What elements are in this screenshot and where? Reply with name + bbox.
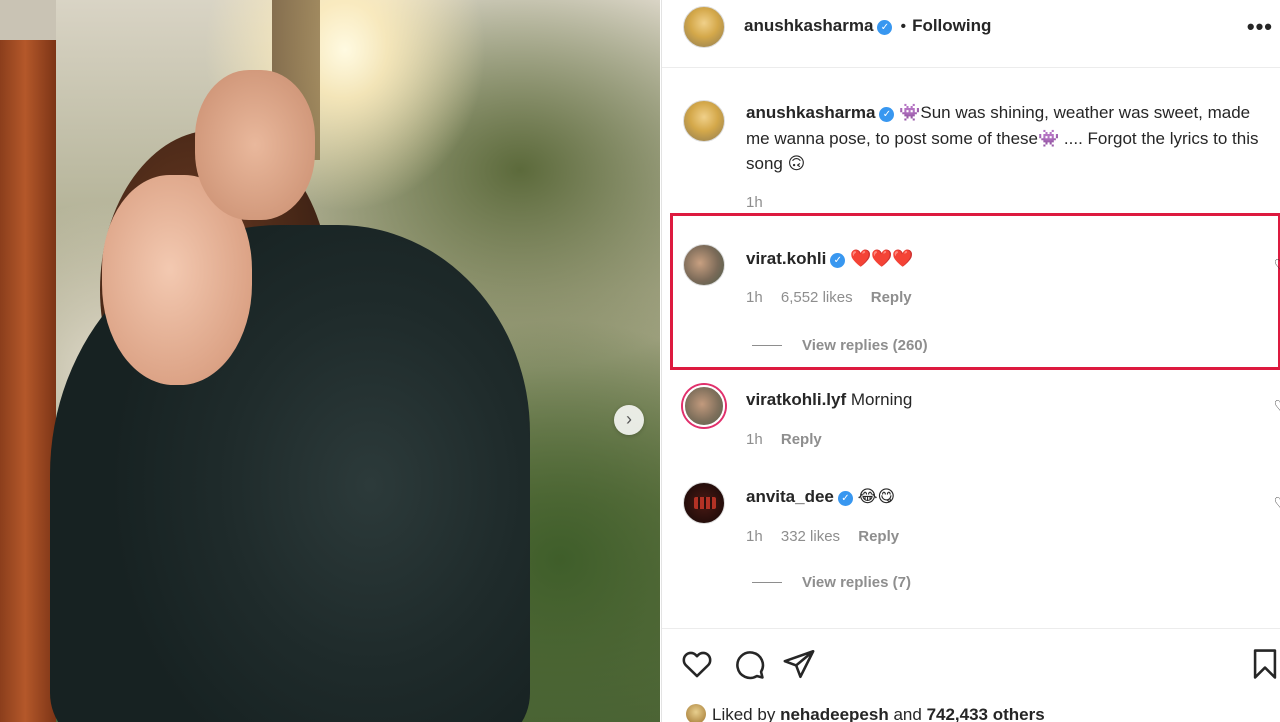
more-options-icon[interactable]: ••• [1247, 14, 1273, 40]
comment-icon[interactable] [732, 647, 766, 681]
comment-avatar[interactable] [683, 482, 725, 524]
comment-avatar[interactable] [683, 244, 725, 286]
post-side-panel: anushkasharma ✓ • Following ••• anushkashar… [661, 0, 1280, 722]
comment-avatar[interactable] [683, 385, 725, 427]
comment-meta: 1h Reply [746, 431, 836, 448]
comment-text-block: viratkohli.lyf Morning [746, 387, 1261, 412]
liked-by-username[interactable]: nehadeepesh [780, 705, 889, 722]
verified-badge-icon: ✓ [877, 20, 893, 35]
comment-likes[interactable]: 6,552 likes [781, 289, 853, 306]
comment-time: 1h [746, 528, 763, 545]
post-photo[interactable]: › [0, 0, 660, 722]
comment-item: anvita_dee✓ 😂😋 ♡ 1h 332 likes Reply View… [662, 482, 1280, 602]
liked-by-prefix: Liked by [712, 705, 776, 722]
liked-by-and: and [893, 705, 922, 722]
caption-author-avatar[interactable] [683, 100, 725, 142]
post-header: anushkasharma ✓ • Following ••• [662, 0, 1280, 68]
share-icon[interactable] [782, 647, 816, 681]
caption-text-block: anushkasharma ✓ 👾Sun was shining, weather… [746, 100, 1261, 176]
heart-icon[interactable] [680, 647, 714, 681]
photo-person-hand [195, 70, 315, 220]
author-username[interactable]: anushkasharma [744, 16, 873, 35]
comment-like-heart-icon[interactable]: ♡ [1274, 494, 1280, 512]
caption-meta: 1h [746, 194, 777, 211]
reply-button[interactable]: Reply [781, 431, 822, 448]
photo-pillar-cap [0, 0, 56, 40]
comment-like-heart-icon[interactable]: ♡ [1274, 397, 1280, 415]
comment-like-heart-icon[interactable]: ♡ [1274, 256, 1280, 274]
view-replies-line [752, 345, 782, 346]
author-avatar[interactable] [683, 6, 725, 48]
comment-item: viratkohli.lyf Morning ♡ 1h Reply [662, 385, 1280, 455]
view-replies-label: View replies (260) [802, 337, 928, 354]
following-button[interactable]: Following [912, 16, 991, 35]
reply-button[interactable]: Reply [858, 528, 899, 545]
photo-pillar [0, 0, 56, 722]
view-replies-button[interactable]: View replies (7) [752, 574, 911, 591]
comment-time: 1h [746, 431, 763, 448]
comment-time: 1h [746, 289, 763, 306]
comment-text: 😂😋 [857, 487, 896, 507]
comment-text-block: virat.kohli ✓ ❤️❤️❤️ [746, 246, 1261, 272]
liked-by-avatar [686, 704, 706, 722]
bookmark-icon[interactable] [1248, 647, 1280, 681]
caption-emoji: 👾 [899, 103, 921, 123]
chevron-right-icon: › [626, 409, 632, 429]
comment-username[interactable]: virat.kohli [746, 249, 826, 268]
comment-meta: 1h 6,552 likes Reply [746, 289, 926, 306]
comment-text: Morning [850, 390, 913, 409]
verified-badge-icon: ✓ [837, 491, 853, 506]
verified-badge-icon: ✓ [830, 253, 846, 268]
liked-by-line: Liked by nehadeepesh and 742,433 others [686, 704, 1045, 722]
separator-dot: • [900, 18, 907, 35]
view-replies-label: View replies (7) [802, 574, 911, 591]
comment-username[interactable]: viratkohli.lyf [746, 390, 846, 409]
view-replies-line [752, 582, 782, 583]
caption-time: 1h [746, 194, 763, 211]
next-photo-button[interactable]: › [614, 405, 644, 435]
comment-likes[interactable]: 332 likes [781, 528, 840, 545]
caption-username[interactable]: anushkasharma [746, 103, 875, 122]
reply-button[interactable]: Reply [871, 289, 912, 306]
comment-text: ❤️❤️❤️ [850, 249, 914, 269]
comment-item: virat.kohli ✓ ❤️❤️❤️ ♡ 1h 6,552 likes Rep… [662, 244, 1280, 364]
comment-username[interactable]: anvita_dee [746, 487, 834, 506]
view-replies-button[interactable]: View replies (260) [752, 337, 928, 354]
verified-badge-icon: ✓ [879, 107, 895, 122]
comment-text-block: anvita_dee ✓ 😂😋 [746, 484, 1261, 510]
caption-row: anushkasharma ✓ 👾Sun was shining, weather… [662, 98, 1280, 213]
comment-meta: 1h 332 likes Reply [746, 528, 913, 545]
liked-by-others[interactable]: 742,433 others [927, 705, 1045, 722]
